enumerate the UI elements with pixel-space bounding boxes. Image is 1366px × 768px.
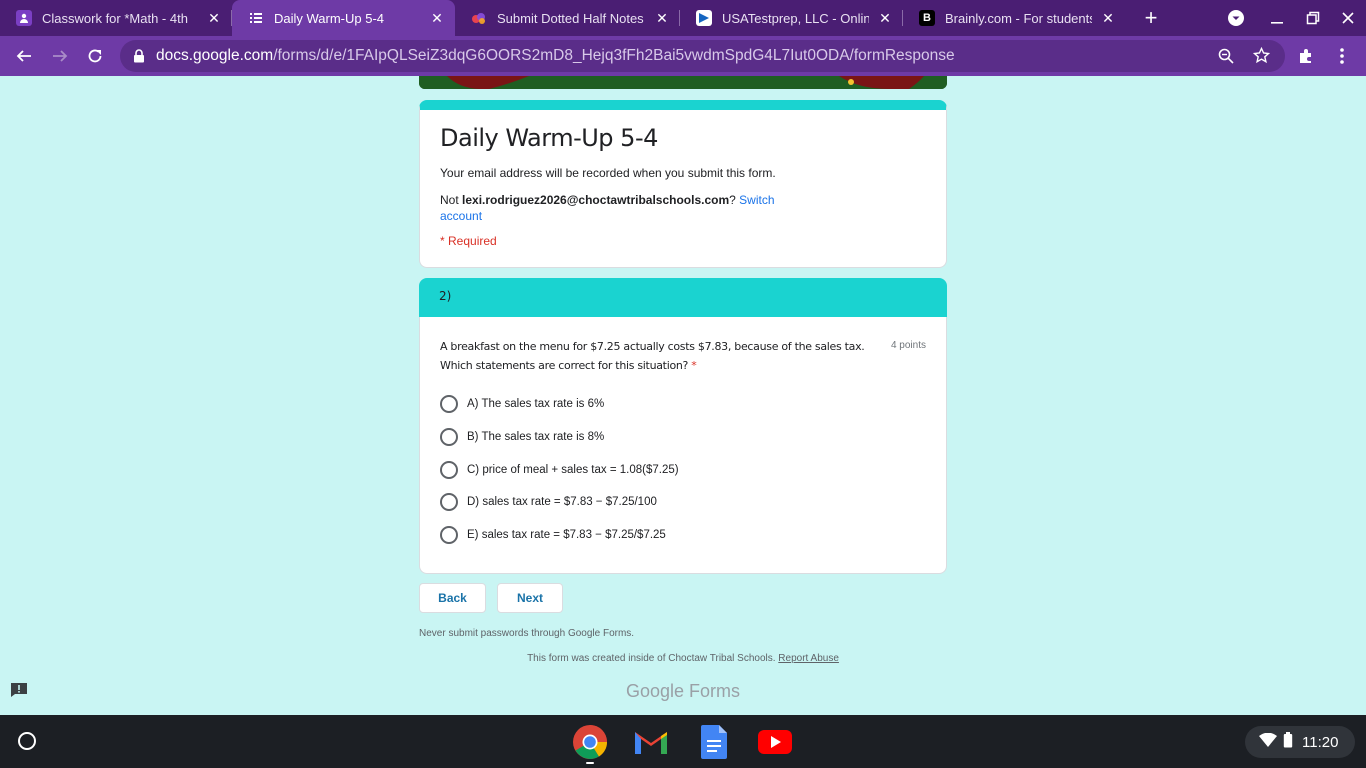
radio-button[interactable]: [440, 526, 458, 544]
account-line: Not lexi.rodriguez2026@choctawtribalscho…: [440, 192, 780, 224]
usatestprep-icon: [696, 10, 712, 26]
email-note: Your email address will be recorded when…: [440, 166, 776, 180]
forward-arrow-icon[interactable]: [48, 44, 72, 68]
back-arrow-icon[interactable]: [12, 44, 36, 68]
clock: 11:20: [1302, 733, 1339, 751]
form-title: Daily Warm-Up 5-4: [440, 124, 658, 152]
report-abuse-link[interactable]: Report Abuse: [778, 653, 839, 664]
bookmark-star-icon[interactable]: [1252, 46, 1271, 69]
wifi-icon: [1259, 732, 1277, 751]
created-text: This form was created inside of Choctaw …: [527, 653, 776, 664]
page-content: Daily Warm-Up 5-4 Your email address wil…: [0, 76, 1366, 715]
tab-brainly[interactable]: B Brainly.com - For students ✕: [903, 0, 1126, 36]
launcher-icon[interactable]: [14, 728, 40, 754]
tab-search-icon[interactable]: [1218, 0, 1254, 36]
radio-button[interactable]: [440, 493, 458, 511]
radio-button[interactable]: [440, 395, 458, 413]
address-bar[interactable]: docs.google.com/forms/d/e/1FAIpQLSeiZ3dq…: [120, 40, 1285, 72]
form-header-card: Daily Warm-Up 5-4 Your email address wil…: [419, 100, 947, 268]
created-note: This form was created inside of Choctaw …: [0, 653, 1366, 664]
menu-icon[interactable]: [1330, 44, 1354, 68]
lock-icon: [133, 49, 145, 68]
restore-icon[interactable]: [1295, 0, 1331, 36]
option-a[interactable]: A) The sales tax rate is 6%: [440, 394, 604, 414]
back-button[interactable]: Back: [419, 583, 486, 613]
close-tab-icon[interactable]: ✕: [877, 10, 893, 26]
close-tab-icon[interactable]: ✕: [654, 10, 670, 26]
url-text: docs.google.com/forms/d/e/1FAIpQLSeiZ3dq…: [156, 47, 955, 65]
option-label: E) sales tax rate = $7.83 − $7.25/$7.25: [467, 529, 666, 541]
tab-title: Classwork for *Math - 4th: [42, 10, 188, 26]
tab-title: USATestprep, LLC - Online: [722, 10, 869, 26]
new-tab-button[interactable]: +: [1139, 5, 1163, 30]
zoom-icon[interactable]: [1218, 48, 1234, 69]
close-window-icon[interactable]: [1330, 0, 1366, 36]
tab-strip: Classwork for *Math - 4th ✕ Daily Warm-U…: [0, 0, 1366, 36]
tab-classwork[interactable]: Classwork for *Math - 4th ✕: [0, 0, 232, 36]
points-label: 4 points: [890, 340, 926, 351]
tab-usatestprep[interactable]: USATestprep, LLC - Online ✕: [680, 0, 903, 36]
classroom-icon: [16, 10, 32, 26]
not-prefix: Not: [440, 193, 463, 207]
tab-title: Brainly.com - For students: [945, 10, 1092, 26]
next-button[interactable]: Next: [497, 583, 563, 613]
forms-icon: [248, 10, 264, 26]
question-card: A breakfast on the menu for $7.25 actual…: [419, 317, 947, 574]
running-indicator: [586, 762, 594, 764]
os-shelf: 11:20: [0, 715, 1366, 768]
url-host: docs.google.com: [156, 47, 274, 64]
tab-submit-dotted[interactable]: Submit Dotted Half Notes ✕: [455, 0, 680, 36]
option-e[interactable]: E) sales tax rate = $7.83 − $7.25/$7.25: [440, 525, 666, 545]
close-tab-icon[interactable]: ✕: [206, 10, 222, 26]
radio-button[interactable]: [440, 461, 458, 479]
option-label: C) price of meal + sales tax = 1.08($7.2…: [467, 464, 679, 476]
chrome-icon[interactable]: [572, 724, 608, 764]
question-body: A breakfast on the menu for $7.25 actual…: [440, 340, 865, 372]
header-image: [419, 76, 947, 89]
option-b[interactable]: B) The sales tax rate is 8%: [440, 427, 604, 447]
required-star: *: [691, 359, 697, 372]
youtube-icon[interactable]: [757, 724, 793, 760]
tab-daily-warm-up[interactable]: Daily Warm-Up 5-4 ✕: [232, 0, 455, 36]
docs-icon[interactable]: [696, 724, 732, 760]
required-note: * Required: [440, 234, 497, 248]
option-label: B) The sales tax rate is 8%: [467, 431, 605, 443]
reload-icon[interactable]: [83, 44, 107, 68]
option-label: A) The sales tax rate is 6%: [467, 398, 605, 410]
extensions-icon[interactable]: [1294, 44, 1318, 68]
app-icon: [471, 10, 487, 26]
account-email: lexi.rodriguez2026@choctawtribalschools.…: [462, 193, 730, 207]
question-text: A breakfast on the menu for $7.25 actual…: [440, 337, 870, 375]
minimize-icon[interactable]: [1259, 0, 1295, 36]
tab-title: Daily Warm-Up 5-4: [274, 10, 385, 26]
brainly-icon: B: [919, 10, 935, 26]
gmail-icon[interactable]: [633, 724, 669, 760]
question-mark: ?: [729, 193, 736, 207]
radio-button[interactable]: [440, 428, 458, 446]
option-d[interactable]: D) sales tax rate = $7.83 − $7.25/100: [440, 492, 657, 512]
close-tab-icon[interactable]: ✕: [429, 10, 445, 26]
option-c[interactable]: C) price of meal + sales tax = 1.08($7.2…: [440, 460, 679, 480]
browser-toolbar: docs.google.com/forms/d/e/1FAIpQLSeiZ3dq…: [0, 36, 1366, 76]
google-forms-logo: Google Forms: [625, 681, 741, 701]
close-tab-icon[interactable]: ✕: [1100, 10, 1116, 26]
tab-title: Submit Dotted Half Notes: [497, 10, 644, 26]
password-warning: Never submit passwords through Google Fo…: [419, 628, 635, 639]
section-header: 2): [419, 278, 947, 317]
option-label: D) sales tax rate = $7.83 − $7.25/100: [467, 496, 657, 508]
battery-icon: [1283, 732, 1293, 752]
status-tray[interactable]: 11:20: [1245, 726, 1355, 758]
url-path: /forms/d/e/1FAIpQLSeiZ3dqG6OORS2mD8_Hejq…: [273, 47, 955, 64]
section-title: 2): [439, 289, 452, 303]
feedback-icon[interactable]: [10, 682, 28, 698]
